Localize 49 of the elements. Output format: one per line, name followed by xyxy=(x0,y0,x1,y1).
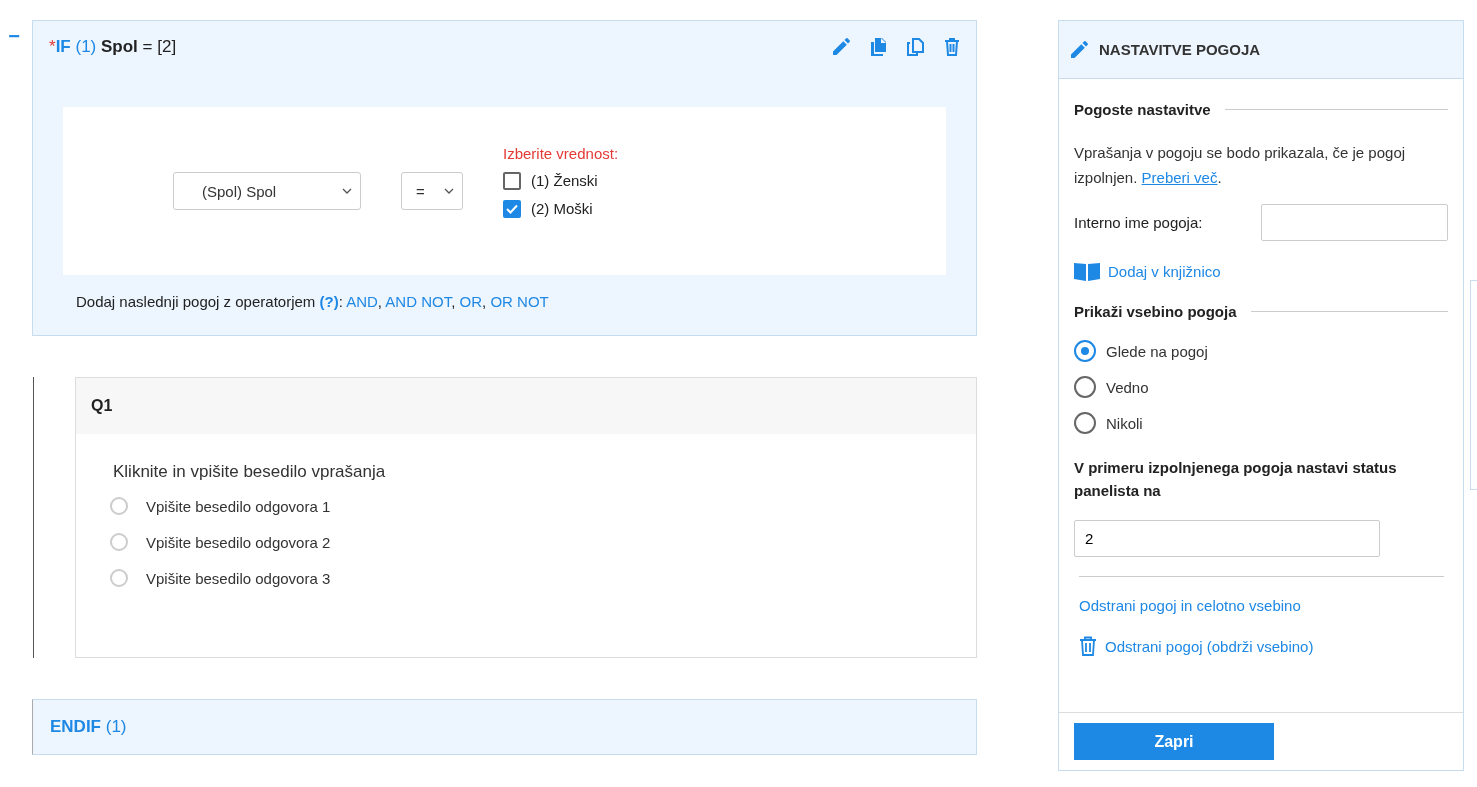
pencil-icon[interactable] xyxy=(831,37,851,57)
trash-icon[interactable] xyxy=(942,37,962,57)
copy-icon[interactable] xyxy=(905,37,925,57)
checkbox[interactable] xyxy=(503,199,521,218)
caret-icon xyxy=(444,188,454,194)
option-label: Nikoli xyxy=(1106,414,1143,432)
section-heading: Prikaži vsebino pogoja xyxy=(1074,303,1237,320)
operator-link[interactable]: AND xyxy=(346,293,378,310)
remove-keep-link[interactable]: Odstrani pogoj (obdrži vsebino) xyxy=(1105,637,1314,655)
field-label: Interno ime pogoja: xyxy=(1074,214,1203,231)
variable-dropdown[interactable]: (Spol) Spol xyxy=(173,172,361,210)
collapse-toggle[interactable]: − xyxy=(8,26,20,48)
answer-text[interactable]: Vpišite besedilo odgovora 1 xyxy=(146,497,331,515)
question-label: Q1 xyxy=(91,397,113,415)
read-more-link[interactable]: Preberi več xyxy=(1141,169,1218,186)
question-text[interactable]: Kliknite in vpišite besedilo vprašanja xyxy=(113,462,976,482)
remove-all-link[interactable]: Odstrani pogoj in celotno vsebino xyxy=(1079,597,1448,614)
radio-button[interactable] xyxy=(1074,376,1096,398)
operator-hint: Dodaj naslednji pogoj z operatorjem (?): AND, AND NOT, OR, OR NOT xyxy=(75,292,550,310)
add-to-library-link[interactable]: Dodaj v knjižnico xyxy=(1108,262,1221,280)
value-label: (1) Ženski xyxy=(531,172,598,189)
caret-icon xyxy=(342,188,352,194)
book-icon[interactable] xyxy=(1074,261,1100,281)
operator-dropdown[interactable]: = xyxy=(401,172,463,210)
trash-icon[interactable] xyxy=(1079,636,1097,656)
internal-name-field[interactable] xyxy=(1261,204,1448,241)
operator-link[interactable]: OR NOT xyxy=(490,293,549,310)
radio-button[interactable] xyxy=(1074,412,1096,434)
description-text: Vprašanja v pogoju se bodo prikazala, če je pogoj izpolnjen. Preberi več. xyxy=(1074,143,1407,188)
checkbox[interactable] xyxy=(503,171,521,190)
panel-title: NASTAVITVE POGOJA xyxy=(1099,41,1261,58)
status-field[interactable]: 2 xyxy=(1074,520,1380,557)
pencil-icon[interactable] xyxy=(1069,39,1089,60)
answer-text[interactable]: Vpišite besedilo odgovora 3 xyxy=(146,569,331,587)
help-link[interactable]: (?) xyxy=(319,293,339,310)
condition-title: *IF (1) Spol = [2] xyxy=(49,37,177,57)
option-label: Vedno xyxy=(1106,378,1149,396)
documents-icon[interactable] xyxy=(868,37,888,57)
close-button[interactable]: Zapri xyxy=(1074,723,1274,760)
section-heading: Pogoste nastavitve xyxy=(1074,101,1211,118)
operator-link[interactable]: OR xyxy=(459,293,483,310)
option-label: Glede na pogoj xyxy=(1106,342,1208,360)
value-prompt: Izberite vrednost: xyxy=(503,144,619,162)
endif-label: ENDIF (1) xyxy=(50,717,127,737)
status-label: V primeru izpolnjenega pogoja nastavi status panelista na xyxy=(1074,458,1398,501)
radio-button[interactable] xyxy=(1074,340,1096,362)
value-label: (2) Moški xyxy=(531,200,593,217)
answer-text[interactable]: Vpišite besedilo odgovora 2 xyxy=(146,533,331,551)
operator-link[interactable]: AND NOT xyxy=(385,293,452,310)
